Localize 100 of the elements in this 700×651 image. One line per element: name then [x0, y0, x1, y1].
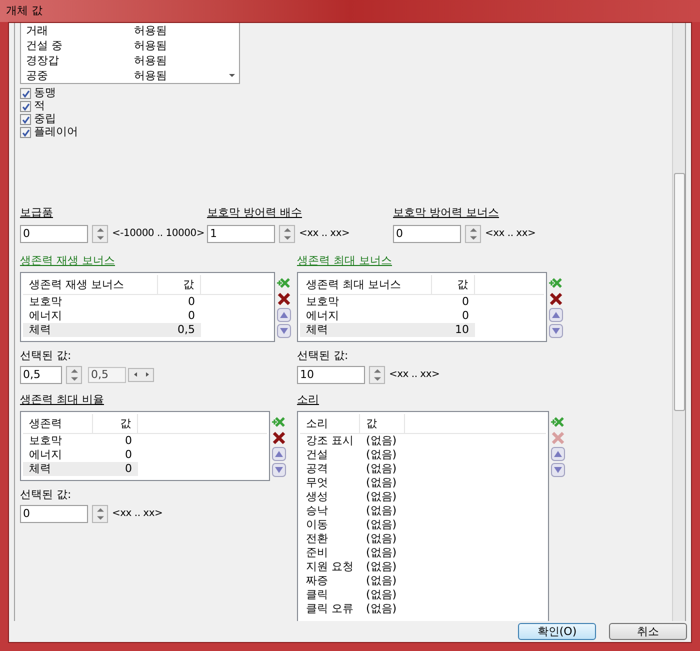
- spin-button[interactable]: [465, 224, 481, 242]
- list-row[interactable]: 지원 요청 (없음): [300, 560, 405, 574]
- delete-button[interactable]: [272, 431, 286, 445]
- selected-value-label: 선택된 값:: [20, 487, 72, 503]
- row-value: (없음): [365, 490, 398, 504]
- list-row[interactable]: 에너지 0: [23, 448, 138, 462]
- checkbox[interactable]: [20, 114, 31, 125]
- row-value: (없음): [365, 504, 398, 518]
- list-box[interactable]: 생존력 재생 보너스 값 보호막 0 에너지 0 체력 0,5: [20, 272, 275, 342]
- move-down-button[interactable]: [551, 463, 565, 477]
- move-down-button[interactable]: [549, 324, 563, 338]
- arrow-down-icon: [284, 236, 290, 240]
- spin-button[interactable]: [279, 224, 295, 242]
- arrow-down-icon: [549, 324, 563, 338]
- delete-icon: [551, 431, 565, 445]
- range-text: <xx .. xx>: [485, 227, 536, 241]
- scroll-thumb[interactable]: [674, 173, 684, 411]
- arrow-down-icon: [272, 463, 286, 477]
- list-row[interactable]: 짜증 (없음): [300, 574, 405, 588]
- column-header[interactable]: 생존력 최대 보너스: [300, 275, 432, 294]
- list-row[interactable]: 에너지 0: [300, 309, 475, 323]
- list-row[interactable]: 체력 0,5: [23, 323, 201, 337]
- column-header[interactable]: 소리: [300, 414, 360, 433]
- column-header[interactable]: 값: [93, 414, 138, 433]
- row-name: 체력: [28, 323, 52, 337]
- list-row[interactable]: 공격 (없음): [300, 462, 405, 476]
- list-row[interactable]: 승낙 (없음): [300, 504, 405, 518]
- list-row[interactable]: 생성 (없음): [300, 490, 405, 504]
- list-row[interactable]: 전환 (없음): [300, 532, 405, 546]
- row-value: (없음): [365, 518, 398, 532]
- checkbox[interactable]: [20, 88, 31, 99]
- selected-value-label: 선택된 값:: [297, 348, 350, 364]
- row-value: (없음): [365, 462, 398, 476]
- row-name: 짜증: [305, 574, 329, 588]
- number-field[interactable]: 10: [297, 366, 365, 384]
- section-title: 소리: [297, 392, 320, 408]
- scrollbar[interactable]: [672, 23, 685, 621]
- list-row[interactable]: 강조 표시 (없음): [300, 434, 405, 448]
- row-value: (없음): [365, 560, 398, 574]
- delete-icon: [549, 292, 563, 306]
- column-header[interactable]: 값: [158, 275, 201, 294]
- dialog-button[interactable]: 취소: [609, 623, 687, 640]
- arrow-down-icon: [374, 376, 380, 380]
- list-box[interactable]: 소리 값 강조 표시 (없음) 건설 (없음) 공격 (없음) 무엇 (없음) 생성 (없음) 승낙 (없음) 이동 (없음) 전환 (없음) 준비 (없음) 지원 요청 (없음) 짜증 (없음) 클릭 (없음) 클릭 오류 (없음): [297, 411, 549, 621]
- list-row[interactable]: 에너지 0: [23, 309, 201, 323]
- spin-button[interactable]: [369, 366, 385, 384]
- number-field[interactable]: 0: [393, 224, 461, 242]
- row-value: (없음): [365, 532, 398, 546]
- list-row[interactable]: 건설 (없음): [300, 448, 405, 462]
- list-row[interactable]: 이동 (없음): [300, 518, 405, 532]
- delete-button[interactable]: [277, 292, 291, 306]
- list-row[interactable]: 체력 0: [23, 462, 138, 476]
- row-name: 무엇: [305, 476, 329, 490]
- stepper-button[interactable]: [128, 368, 154, 382]
- column-header[interactable]: 값: [432, 275, 475, 294]
- spin-button[interactable]: [92, 504, 108, 522]
- spin-button[interactable]: [66, 366, 82, 384]
- arrow-up-icon: [96, 228, 104, 232]
- delete-button[interactable]: [549, 292, 563, 306]
- number-field[interactable]: 0: [20, 224, 88, 242]
- checkbox[interactable]: [20, 127, 31, 138]
- list-row[interactable]: 무엇 (없음): [300, 476, 405, 490]
- row-name: 공격: [305, 462, 329, 476]
- row-value: (없음): [365, 476, 398, 490]
- move-down-button[interactable]: [277, 324, 291, 338]
- column-header[interactable]: 값: [360, 414, 405, 433]
- list-row[interactable]: 준비 (없음): [300, 546, 405, 560]
- list-row[interactable]: 클릭 오류 (없음): [300, 602, 405, 616]
- filter-list[interactable]: 거래 허용됨 건설 중 허용됨 경장갑 허용됨 공중 허용됨: [20, 23, 240, 84]
- list-row[interactable]: 보호막 0: [300, 295, 475, 309]
- column-header[interactable]: 생존력: [23, 414, 93, 433]
- filter-value: 허용됨: [134, 38, 167, 53]
- arrow-down-icon: [277, 324, 291, 338]
- row-name: 체력: [28, 462, 52, 476]
- arrow-down-icon: [96, 236, 104, 240]
- list-row[interactable]: 보호막 0: [23, 295, 201, 309]
- move-up-button[interactable]: [551, 447, 565, 461]
- column-header[interactable]: 생존력 재생 보너스: [23, 275, 158, 294]
- range-value: 0,5: [88, 366, 126, 382]
- list-row[interactable]: 클릭 (없음): [300, 588, 405, 602]
- checkbox[interactable]: [20, 101, 31, 112]
- list-box[interactable]: 생존력 값 보호막 0 에너지 0 체력 0: [20, 411, 270, 481]
- list-box[interactable]: 생존력 최대 보너스 값 보호막 0 에너지 0 체력 10: [297, 272, 547, 342]
- number-field[interactable]: 0: [20, 504, 88, 522]
- row-value: 0: [461, 295, 470, 309]
- number-field[interactable]: 1: [207, 224, 275, 242]
- arrow-up-icon: [551, 447, 565, 461]
- row-value: 0: [187, 309, 196, 323]
- list-row[interactable]: 체력 10: [300, 323, 475, 337]
- move-down-button[interactable]: [272, 463, 286, 477]
- arrow-down-icon: [551, 463, 565, 477]
- list-row[interactable]: 보호막 0: [23, 434, 138, 448]
- checkbox-label: 적: [34, 98, 45, 114]
- row-name: 에너지: [28, 309, 63, 323]
- range-text: <xx .. xx>: [299, 227, 350, 241]
- add-button[interactable]: [551, 415, 565, 429]
- spin-button[interactable]: [92, 224, 108, 242]
- number-field[interactable]: 0,5: [20, 366, 62, 384]
- row-name: 보호막: [305, 295, 340, 309]
- dialog-button[interactable]: 확인(O): [518, 623, 596, 640]
